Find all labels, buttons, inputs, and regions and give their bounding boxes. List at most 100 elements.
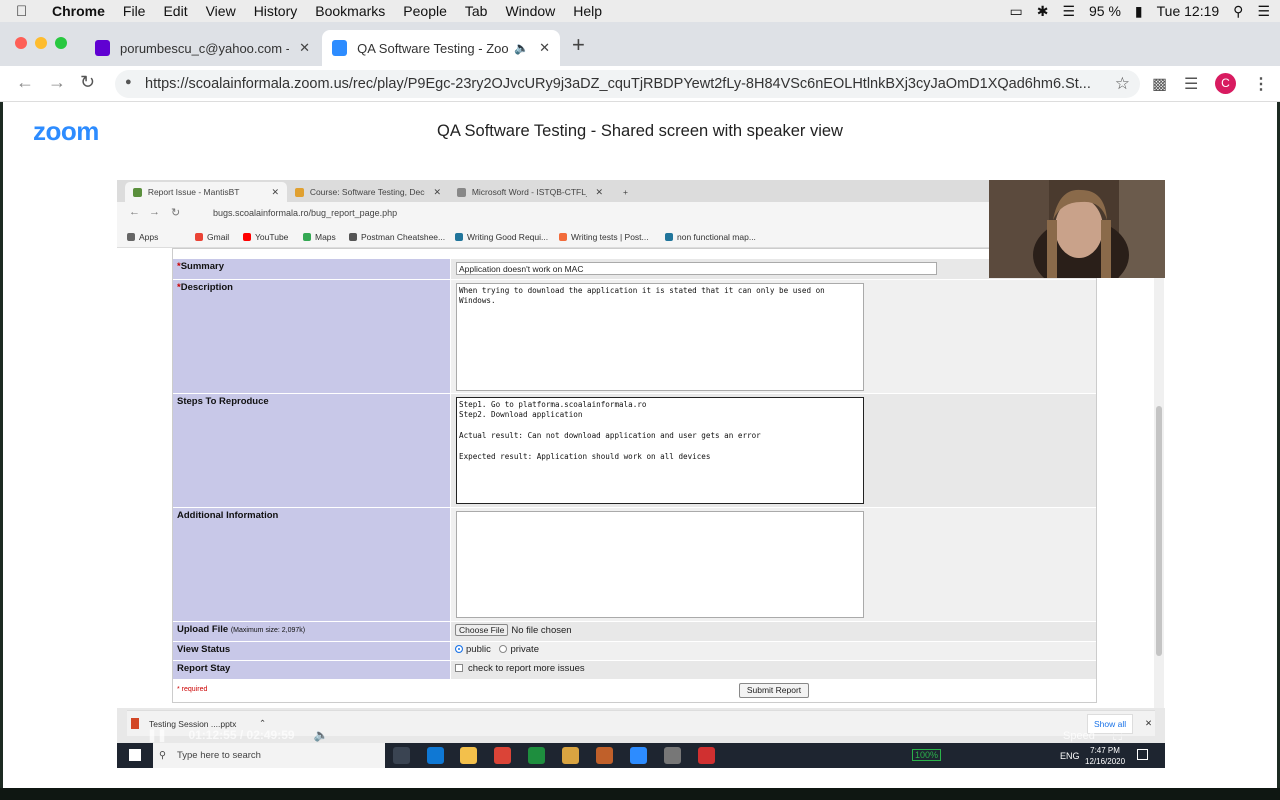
tab-yahoo[interactable]: porumbescu_c@yahoo.com - Y ✕ [85,30,320,66]
powerpoint-icon [131,718,139,729]
volume-icon[interactable]: 🔈 [314,728,329,742]
chrome-icon [494,747,511,764]
player-controls[interactable]: ❚❚ 01:12:55 / 02:49:59 🔈 [147,728,329,742]
rec-new-tab-icon: + [623,187,628,197]
reload-icon[interactable]: ↻ [80,72,95,93]
tab-zoom[interactable]: QA Software Testing - Zoo 🔈 ✕ [322,30,560,66]
close-tab-icon[interactable]: ✕ [299,40,310,56]
excel-icon [528,747,545,764]
wifi-icon[interactable]: ☰ [1062,3,1075,20]
view-status-row: public private [451,642,1096,660]
public-radio[interactable] [455,645,463,653]
language: ENG [1060,751,1080,761]
browser-toolbar: ← → ↻ ● https://scoalainformala.zoom.us/… [0,66,1280,102]
address-bar[interactable]: ● https://scoalainformala.zoom.us/rec/pl… [115,70,1140,98]
upload-row: Choose File No file chosen [451,622,1096,641]
summary-label: *Summary [173,259,450,279]
tab-strip: porumbescu_c@yahoo.com - Y ✕ QA Software… [0,22,1280,66]
reload-icon: ↻ [171,207,181,219]
menu-tab[interactable]: Tab [465,3,488,19]
rec-tab-mantis: Report Issue - MantisBT ✕ [125,182,287,202]
clock[interactable]: Tue 12:19 [1157,3,1220,19]
postman-logo-icon [559,233,567,241]
media-control-icon[interactable]: ☰ [1184,74,1198,94]
youtube-icon [243,233,251,241]
pause-icon[interactable]: ❚❚ [147,728,167,742]
extensions-icon[interactable]: ▩ [1152,74,1167,94]
steps-textarea[interactable]: Step1. Go to platforma.scoalainformala.r… [456,397,864,504]
control-center-icon[interactable]: ☰ [1257,3,1270,20]
mantis-icon [133,187,142,197]
windows-taskbar: ⚲ Type here to search 100% ENG 7:47 PM 12… [117,743,1165,768]
summary-input[interactable]: Application doesn't work on MAC [456,262,937,275]
close-icon: ✕ [1145,718,1153,728]
wordpress-icon [665,233,673,241]
close-tab-icon[interactable]: ✕ [539,40,550,56]
report-stay-row: check to report more issues [451,661,1096,679]
battery-percent[interactable]: 95 % [1089,3,1121,19]
zoom-icon [630,747,647,764]
menu-bookmarks[interactable]: Bookmarks [315,3,385,19]
fullscreen-icon[interactable]: ⛶ [1113,728,1122,744]
menu-file[interactable]: File [123,3,146,19]
speed-button[interactable]: Speed [1063,730,1095,742]
elapsed-time: 01:12:55 [188,728,237,742]
bookmark-tests: Writing tests | Post... [559,232,649,242]
new-tab-button[interactable]: + [572,32,585,58]
rec-tab-word: Microsoft Word - ISTQB-CTFL_Sy ✕ [449,182,611,202]
desktop-background [0,788,1280,800]
additional-textarea[interactable] [456,511,864,618]
speaker-video[interactable] [989,180,1165,278]
close-window-icon[interactable] [15,37,27,49]
submit-report-button[interactable]: Submit Report [739,683,809,698]
rec-tab-course: Course: Software Testing, Decem ✕ [287,182,449,202]
menu-app[interactable]: Chrome [52,3,105,19]
speaker-icon[interactable]: 🔈 [514,41,529,55]
gmail-icon [195,233,203,241]
screen-mirror-icon[interactable]: ▭ [1009,3,1022,20]
course-icon [295,187,304,197]
menu-people[interactable]: People [403,3,447,19]
menu-history[interactable]: History [254,3,298,19]
profile-avatar[interactable]: C [1215,73,1236,94]
bookmark-requirements: Writing Good Requi... [455,232,548,242]
back-icon[interactable]: ← [16,72,34,93]
private-radio[interactable] [499,645,508,653]
battery-icon[interactable]: ▮ [1135,3,1143,20]
zoom-level: 100% [912,749,942,761]
xmind-icon [698,747,715,764]
bookmark-gmail: Gmail [195,232,229,242]
menu-window[interactable]: Window [505,3,555,19]
postman-icon [349,233,357,241]
description-textarea[interactable]: When trying to download the application … [456,283,864,391]
forward-icon[interactable]: → [48,72,66,93]
choose-file-button[interactable]: Choose File [455,624,509,636]
minimize-window-icon[interactable] [35,37,47,49]
close-tab-icon: ✕ [271,186,279,197]
edge-icon [427,747,444,764]
rec-url: bugs.scoalainformala.ro/bug_report_page.… [213,208,398,218]
rec-tab-title: Course: Software Testing, Decem [309,187,426,197]
rec-page: *Summary Application doesn't work on MAC… [117,248,1165,708]
speaker-face-image [989,180,1165,278]
steps-label: Steps To Reproduce [173,394,450,507]
additional-label: Additional Information [173,508,450,621]
back-icon: ← [129,206,140,218]
bookmark-nonfunctional: non functional map... [665,232,756,242]
more-menu-icon[interactable]: ⋮ [1253,74,1269,94]
search-icon: ⚲ [159,750,166,761]
windows-start-icon [129,749,141,761]
lock-icon[interactable]: ● [125,76,132,88]
menu-bar:  Chrome File Edit View History Bookmark… [0,0,1280,22]
spotlight-search-icon[interactable]: ⚲ [1233,3,1243,20]
bookmark-star-icon[interactable]: ☆ [1115,74,1130,94]
bookmark-apps: Apps [127,232,158,242]
tab-title: porumbescu_c@yahoo.com - Y [120,40,290,56]
menu-view[interactable]: View [206,3,236,19]
maximize-window-icon[interactable] [55,37,67,49]
menu-edit[interactable]: Edit [163,3,187,19]
report-stay-checkbox[interactable] [455,664,463,672]
bluetooth-icon[interactable]: ✱ [1037,3,1049,20]
menu-help[interactable]: Help [573,3,602,19]
apple-icon[interactable]:  [16,3,36,20]
